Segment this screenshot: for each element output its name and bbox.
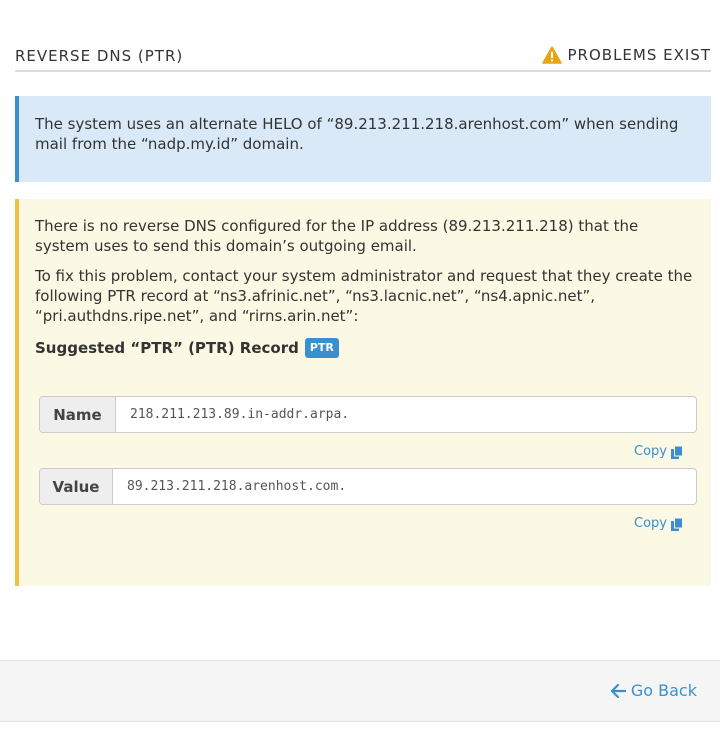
value-field-value[interactable]: 89.213.211.218.arenhost.com. [113,469,696,504]
value-field-label: Value [40,469,113,504]
info-text: The system uses an alternate HELO of “89… [35,115,679,153]
warning-paragraph-1: There is no reverse DNS configured for t… [35,217,639,255]
copy-name-button[interactable]: Copy [634,442,683,462]
copy-name-label: Copy [634,444,667,459]
name-field-value[interactable]: 218.211.213.89.in-addr.arpa. [116,397,696,432]
section-title: REVERSE DNS (PTR) [15,47,184,65]
go-back-label: Go Back [630,681,697,700]
copy-icon [671,517,683,531]
status-text: PROBLEMS EXIST [567,46,711,64]
warning-triangle-icon [541,46,562,64]
value-field: Value 89.213.211.218.arenhost.com. [39,468,697,505]
info-alert: The system uses an alternate HELO of “89… [15,96,711,182]
status-indicator: PROBLEMS EXIST [541,46,712,64]
go-back-link[interactable]: Go Back [610,681,697,700]
arrow-left-icon [610,683,626,698]
ptr-badge: PTR [304,338,339,358]
footer-bar: Go Back [0,660,720,722]
copy-icon [671,445,683,459]
name-field: Name 218.211.213.89.in-addr.arpa. [39,396,697,433]
copy-value-label: Copy [634,516,667,531]
name-field-label: Name [40,397,116,432]
suggested-label: Suggested “PTR” (PTR) Record [35,339,299,357]
copy-value-button[interactable]: Copy [634,514,683,534]
section-header: REVERSE DNS (PTR) PROBLEMS EXIST [15,45,711,72]
warning-alert: There is no reverse DNS configured for t… [15,199,711,586]
suggested-record-heading: Suggested “PTR” (PTR) Record PTR [35,338,695,358]
warning-paragraph-2: To fix this problem, contact your system… [35,267,693,325]
